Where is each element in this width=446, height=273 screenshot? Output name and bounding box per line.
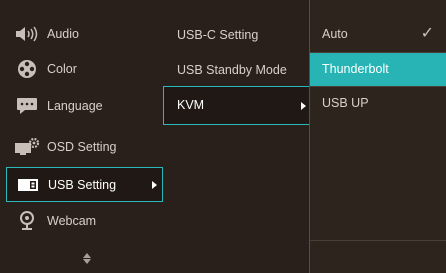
menu-item-label: USB Setting — [48, 177, 117, 192]
menu-item-audio[interactable]: Audio — [0, 16, 163, 52]
option-auto[interactable]: Auto ✓ — [310, 17, 446, 51]
option-label: USB UP — [322, 96, 369, 110]
submenu: USB-C Setting USB Standby Mode — [163, 0, 309, 273]
usb-setting-icon — [15, 174, 41, 196]
menu-item-language[interactable]: Language — [0, 88, 163, 124]
speaker-icon — [14, 23, 40, 45]
menu-item-label: Webcam — [47, 214, 97, 228]
menu-item-color[interactable]: Color — [0, 51, 163, 87]
up-down-scroll-icon[interactable] — [83, 253, 91, 264]
menu-item-usb-setting[interactable]: USB Setting — [6, 167, 163, 202]
option-label: Auto — [322, 27, 348, 41]
submenu-item-label: KVM — [177, 98, 205, 112]
menu-item-label: Language — [47, 99, 103, 113]
speech-bubble-icon — [14, 95, 40, 117]
option-usb-up[interactable]: USB UP — [310, 86, 446, 120]
menu-item-webcam[interactable]: Webcam — [0, 203, 163, 239]
submenu-arrow-icon — [152, 181, 157, 189]
check-icon: ✓ — [420, 25, 434, 42]
option-thunderbolt[interactable]: Thunderbolt — [310, 52, 446, 86]
divider — [310, 52, 446, 53]
main-menu: Audio Color Language OSD Setting USB Set… — [0, 0, 163, 273]
divider — [310, 240, 446, 241]
menu-item-label: Color — [47, 62, 77, 76]
submenu-item-usb-standby-mode[interactable]: USB Standby Mode — [177, 63, 287, 77]
divider — [310, 86, 446, 87]
menu-item-label: Audio — [47, 27, 79, 41]
menu-item-osd-setting[interactable]: OSD Setting — [0, 129, 163, 165]
submenu-item-usb-c-setting[interactable]: USB-C Setting — [177, 28, 258, 42]
submenu-item-kvm[interactable]: KVM — [163, 86, 310, 125]
color-wheel-icon — [14, 58, 40, 80]
option-label: Thunderbolt — [322, 62, 389, 76]
menu-item-label: OSD Setting — [47, 140, 117, 154]
submenu-arrow-icon — [301, 102, 306, 110]
options-menu: Auto ✓ Thunderbolt USB UP — [310, 0, 446, 273]
webcam-icon — [14, 210, 40, 232]
osd-menu: Audio Color Language OSD Setting USB Set… — [0, 0, 446, 273]
monitor-gear-icon — [14, 136, 40, 158]
